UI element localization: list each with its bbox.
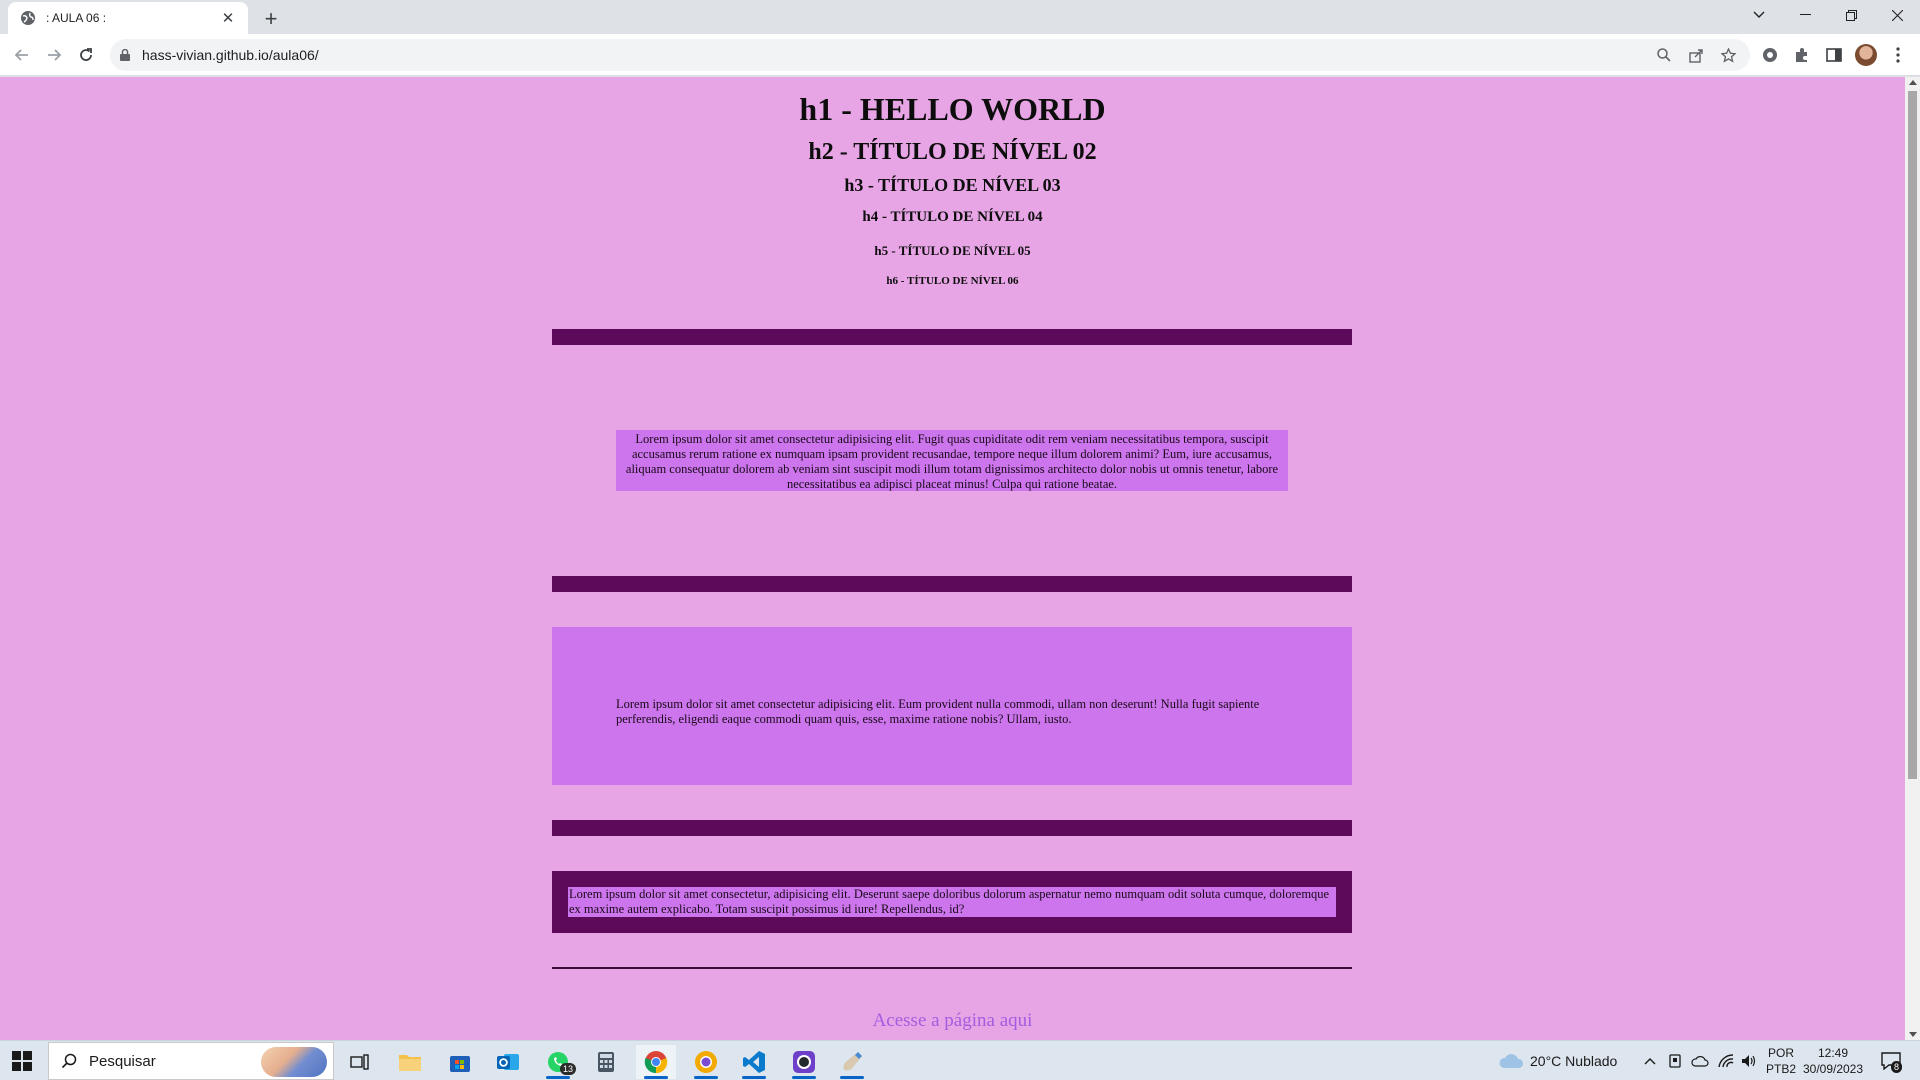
page-scrollbar[interactable] <box>1905 77 1920 1040</box>
paragraph-2-text: Lorem ipsum dolor sit amet consectetur a… <box>616 697 1260 726</box>
paragraph-box-1: Lorem ipsum dolor sit amet consectetur a… <box>616 430 1288 491</box>
paint-icon[interactable] <box>832 1045 872 1079</box>
search-placeholder: Pesquisar <box>89 1053 156 1070</box>
chrome-icon[interactable] <box>636 1045 676 1079</box>
chrome-canary-icon[interactable] <box>686 1045 726 1079</box>
share-icon[interactable] <box>1686 45 1706 65</box>
clock-date: 30/09/2023 <box>1802 1062 1864 1076</box>
weather-widget[interactable]: 20°C Nublado <box>1498 1041 1617 1080</box>
bookmark-star-icon[interactable] <box>1718 45 1738 65</box>
tab-strip: : AULA 06 : ✕ + <box>0 0 1920 34</box>
notification-count: 8 <box>1891 1061 1903 1073</box>
minimize-button[interactable] <box>1782 0 1828 30</box>
taskbar-search[interactable]: Pesquisar <box>48 1042 334 1080</box>
close-tab-icon[interactable]: ✕ <box>218 8 238 28</box>
address-bar[interactable]: hass-vivian.github.io/aula06/ <box>110 39 1750 71</box>
new-tab-button[interactable]: + <box>258 6 284 32</box>
heading-h5: h5 - TÍTULO DE NÍVEL 05 <box>874 243 1031 258</box>
extensions-puzzle-icon[interactable] <box>1791 44 1813 66</box>
paragraph-3-text: Lorem ipsum dolor sit amet consectetur, … <box>568 887 1336 917</box>
tab-title: : AULA 06 : <box>46 11 107 25</box>
keyboard-text: PTB2 <box>1765 1062 1796 1076</box>
search-icon <box>61 1053 77 1074</box>
section-divider-bar <box>552 576 1352 592</box>
back-button[interactable] <box>8 41 36 69</box>
taskbar: Pesquisar 13 20°C Nublado POR PTB2 12:49… <box>0 1040 1920 1080</box>
wifi-icon[interactable] <box>1718 1041 1734 1080</box>
reload-button[interactable] <box>72 41 100 69</box>
volume-icon[interactable] <box>1741 1041 1757 1080</box>
page-link[interactable]: Acesse a página aqui <box>0 1010 1905 1032</box>
language-indicator[interactable]: POR PTB2 <box>1764 1041 1798 1080</box>
globe-icon <box>20 10 36 26</box>
restore-button[interactable] <box>1828 0 1874 30</box>
active-indicator <box>792 1076 816 1079</box>
paragraph-box-2: Lorem ipsum dolor sit amet consectetur a… <box>552 627 1352 785</box>
profile-avatar[interactable] <box>1855 44 1877 66</box>
file-explorer-icon[interactable] <box>390 1045 430 1079</box>
side-panel-icon[interactable] <box>1823 44 1845 66</box>
clock-time: 12:49 <box>1817 1046 1849 1060</box>
active-indicator <box>694 1076 718 1079</box>
tab-search-icon[interactable] <box>1736 0 1782 30</box>
github-desktop-icon[interactable] <box>784 1045 824 1079</box>
zoom-icon[interactable] <box>1654 45 1674 65</box>
tray-overflow-icon[interactable] <box>1644 1041 1656 1080</box>
extension-globe-icon[interactable] <box>1759 44 1781 66</box>
calculator-icon[interactable] <box>586 1045 626 1079</box>
horizontal-rule <box>552 967 1352 969</box>
weather-text: 20°C Nublado <box>1530 1053 1618 1069</box>
scroll-down-icon[interactable] <box>1909 1032 1917 1037</box>
forward-button[interactable] <box>40 41 68 69</box>
active-indicator <box>644 1076 668 1079</box>
close-window-button[interactable] <box>1874 0 1920 30</box>
lock-icon[interactable] <box>120 48 130 66</box>
url-text[interactable]: hass-vivian.github.io/aula06/ <box>142 47 319 63</box>
onedrive-icon[interactable] <box>1691 1041 1709 1080</box>
scroll-thumb[interactable] <box>1908 91 1917 779</box>
microsoft-store-icon[interactable] <box>440 1045 480 1079</box>
menu-kebab-icon[interactable] <box>1887 44 1909 66</box>
active-indicator <box>546 1076 570 1079</box>
heading-h6: h6 - TÍTULO DE NÍVEL 06 <box>886 275 1019 287</box>
whatsapp-badge: 13 <box>560 1063 577 1075</box>
browser-toolbar: hass-vivian.github.io/aula06/ <box>0 34 1920 76</box>
language-text: POR <box>1767 1046 1794 1060</box>
section-divider-bar <box>552 329 1352 345</box>
heading-h3: h3 - TÍTULO DE NÍVEL 03 <box>844 175 1061 195</box>
whatsapp-icon[interactable]: 13 <box>538 1045 578 1079</box>
browser-tab[interactable]: : AULA 06 : ✕ <box>8 2 248 34</box>
active-indicator <box>840 1076 864 1079</box>
search-highlight-image <box>261 1047 327 1077</box>
heading-h2: h2 - TÍTULO DE NÍVEL 02 <box>808 139 1097 165</box>
vscode-icon[interactable] <box>734 1045 774 1079</box>
meet-now-icon[interactable] <box>1668 1041 1682 1080</box>
active-indicator <box>742 1076 766 1079</box>
task-view-icon[interactable] <box>340 1045 380 1079</box>
paragraph-box-3: Lorem ipsum dolor sit amet consectetur, … <box>552 871 1352 933</box>
scroll-up-icon[interactable] <box>1909 80 1917 85</box>
clock[interactable]: 12:49 30/09/2023 <box>1798 1041 1868 1080</box>
heading-h1: h1 - HELLO WORLD <box>799 91 1106 127</box>
heading-h4: h4 - TÍTULO DE NÍVEL 04 <box>862 209 1043 225</box>
notification-center-icon[interactable]: 8 <box>1876 1041 1906 1080</box>
cloud-icon <box>1499 1054 1524 1068</box>
section-divider-bar <box>552 820 1352 836</box>
outlook-icon[interactable] <box>488 1045 528 1079</box>
windows-start-icon[interactable] <box>12 1051 32 1071</box>
page-viewport: h1 - HELLO WORLD h2 - TÍTULO DE NÍVEL 02… <box>0 77 1905 1040</box>
